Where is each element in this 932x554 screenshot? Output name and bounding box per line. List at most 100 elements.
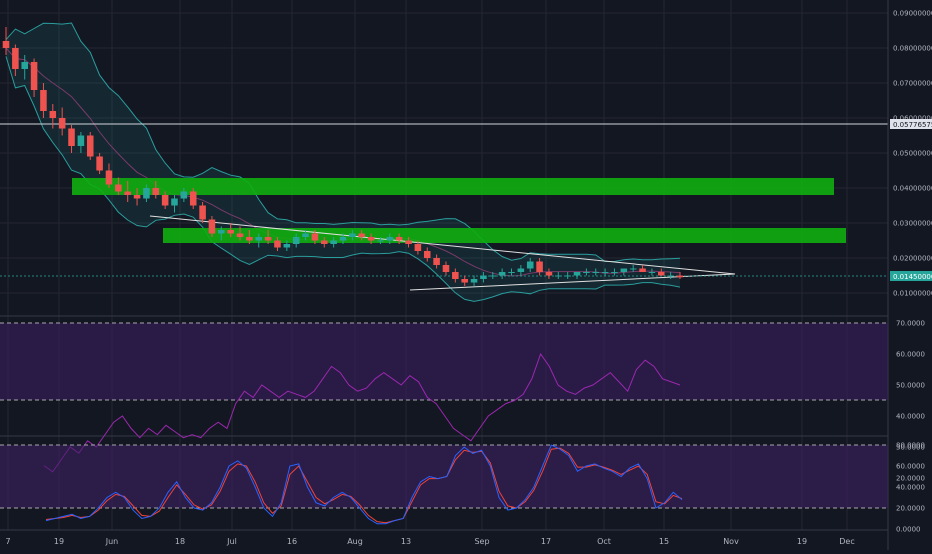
lower-zone-rect[interactable] [163, 228, 846, 243]
candle-body[interactable] [283, 244, 291, 248]
trading-chart[interactable]: 0.09000000 0.08000000 0.07000000 0.06000000… [0, 0, 932, 550]
candle-body[interactable] [508, 272, 515, 273]
candle-body[interactable] [414, 244, 422, 251]
candle-body[interactable] [498, 272, 506, 276]
rsi-band [0, 323, 888, 400]
candle-body[interactable] [358, 233, 365, 238]
candle-body[interactable] [433, 258, 440, 265]
candle-body[interactable] [405, 240, 412, 245]
rsi-tick-label: 20.0000 [896, 475, 925, 483]
candle-body[interactable] [395, 237, 403, 241]
rsi-tick-label: 40.0000 [896, 413, 925, 421]
rsi-tick-label: 60.0000 [896, 351, 925, 359]
candle-body[interactable] [30, 62, 38, 90]
candle-body[interactable] [620, 268, 628, 273]
candle-body[interactable] [143, 188, 150, 199]
candle-body[interactable] [442, 265, 450, 272]
candle-body[interactable] [461, 279, 468, 283]
candle-body[interactable] [302, 233, 309, 238]
candle-body[interactable] [246, 237, 253, 241]
candle-body[interactable] [648, 272, 656, 273]
time-axis-label: 13 [401, 537, 411, 546]
candle-body[interactable] [583, 272, 590, 273]
candle-body[interactable] [564, 275, 571, 277]
time-axis-label: 18 [175, 537, 185, 546]
candle-body[interactable] [58, 118, 66, 129]
candle-body[interactable] [236, 233, 244, 238]
stochastic-tick-label: 80.0000 [896, 442, 925, 450]
candle-body[interactable] [667, 275, 674, 277]
candle-body[interactable] [452, 272, 459, 279]
candle-body[interactable] [592, 272, 600, 273]
candle-body[interactable] [161, 195, 169, 206]
candle-body[interactable] [321, 240, 328, 245]
candle-body[interactable] [489, 275, 497, 277]
candle-body[interactable] [639, 268, 646, 273]
time-axis-label: 19 [54, 537, 64, 546]
candle-body[interactable] [115, 184, 122, 192]
candle-body[interactable] [40, 90, 47, 111]
candle-body[interactable] [480, 275, 487, 280]
candle-body[interactable] [517, 268, 525, 273]
candle-body[interactable] [330, 240, 337, 245]
candle-body[interactable] [545, 272, 553, 276]
candle-body[interactable] [2, 41, 10, 48]
candle-body[interactable] [536, 261, 543, 273]
price-tick-label: 0.04000000 [893, 185, 932, 193]
time-axis-label: 19 [797, 537, 807, 546]
time-axis-label: Oct [597, 537, 611, 546]
candle-body[interactable] [629, 268, 637, 270]
candle-body[interactable] [180, 191, 188, 199]
candle-body[interactable] [555, 275, 562, 277]
candle-body[interactable] [12, 48, 19, 69]
candle-body[interactable] [255, 237, 263, 241]
price-tick-label: 0.02000000 [893, 255, 932, 263]
time-axis-label: Jul [226, 537, 237, 546]
candle-body[interactable] [264, 237, 272, 241]
candle-body[interactable] [292, 237, 300, 244]
candle-body[interactable] [573, 272, 581, 276]
last-price-text: 0.01450000 [893, 273, 932, 281]
candle-body[interactable] [133, 195, 141, 199]
stochastic-tick-label: 20.0000 [896, 505, 925, 513]
candle-body[interactable] [68, 128, 75, 147]
candle-body[interactable] [21, 62, 28, 69]
candle-body[interactable] [339, 237, 347, 241]
candle-body[interactable] [208, 219, 216, 234]
candle-body[interactable] [311, 233, 319, 241]
candle-body[interactable] [189, 191, 197, 206]
candle-body[interactable] [377, 240, 384, 242]
time-axis-label: 7 [5, 537, 10, 546]
price-tick-label: 0.03000000 [893, 220, 932, 228]
candle-body[interactable] [199, 205, 206, 220]
candle-body[interactable] [227, 230, 234, 234]
candle-body[interactable] [96, 156, 103, 171]
candle-body[interactable] [611, 272, 618, 273]
chart-canvas[interactable]: 0.090000000.080000000.070000000.06000000… [0, 0, 932, 550]
horizontal-line-price-text: 0.05776575 [893, 121, 932, 129]
time-axis-label: 16 [287, 537, 297, 546]
time-axis-label: Sep [474, 537, 489, 546]
candle-body[interactable] [601, 272, 609, 273]
candle-body[interactable] [423, 251, 431, 258]
candle-body[interactable] [274, 240, 281, 248]
candle-body[interactable] [218, 230, 225, 234]
candle-body[interactable] [349, 233, 356, 238]
candle-body[interactable] [526, 261, 534, 269]
candle-body[interactable] [470, 279, 478, 283]
rsi-tick-label: 50.0000 [896, 382, 925, 390]
candle-body[interactable] [77, 135, 85, 147]
candle-body[interactable] [152, 188, 160, 195]
candle-body[interactable] [386, 237, 394, 241]
candle-body[interactable] [105, 170, 113, 185]
candle-body[interactable] [676, 275, 684, 278]
candle-body[interactable] [49, 111, 57, 118]
candle-body[interactable] [171, 198, 178, 206]
candle-body[interactable] [658, 272, 665, 276]
time-axis-label: Nov [723, 537, 739, 546]
candle-body[interactable] [86, 135, 94, 157]
candle-body[interactable] [367, 237, 375, 241]
time-axis-label: Aug [347, 537, 363, 546]
candle-body[interactable] [124, 191, 131, 196]
time-axis-label: Jun [105, 537, 119, 546]
